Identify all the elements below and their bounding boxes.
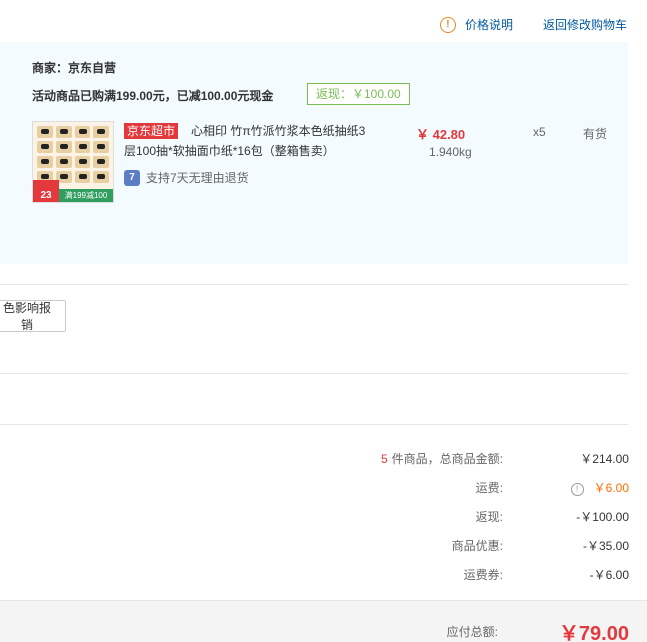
- top-links: ! 价格说明 返回修改购物车: [439, 16, 627, 33]
- product-image-packs: [37, 126, 109, 186]
- summary-goods-label: 件商品，总商品金额:: [391, 452, 503, 466]
- jd-supermarket-badge: 京东超市: [124, 123, 179, 139]
- summary-shipping-label: 运费:: [475, 481, 503, 495]
- seven-day-return-icon: 7: [124, 169, 140, 186]
- product-quantity: x5: [533, 125, 546, 139]
- product-image[interactable]: 23 满199减100: [32, 121, 114, 203]
- summary-shipping-coupon-row: 运费券: -￥6.00: [464, 566, 629, 583]
- rebate-tag: 返现：￥100.00: [307, 83, 410, 105]
- summary-goods-value: ￥214.00: [580, 452, 629, 466]
- summary-rebate-row: 返现: -￥100.00: [476, 508, 629, 525]
- refund-policy: 7 支持7天无理由退货: [124, 169, 249, 186]
- invoice-report-button[interactable]: 色影响报销: [0, 300, 66, 332]
- summary-discount-value: -￥35.00: [582, 539, 629, 553]
- total-bar: 应付总额: ￥79.00: [0, 600, 647, 642]
- summary-shipping-value: ￥6.00: [593, 481, 629, 495]
- summary-shipping-coupon-label: 运费券:: [463, 568, 503, 582]
- summary-rebate-label: 返现:: [475, 510, 503, 524]
- summary-item-count: 5: [380, 451, 388, 466]
- price-note-link[interactable]: ! 价格说明: [439, 16, 513, 33]
- warning-circle-icon: !: [439, 16, 456, 33]
- shop-box: 商家：京东自营 活动商品已购满199.00元，已减100.00元现金 返现：￥1…: [0, 42, 628, 264]
- summary-rebate-value: -￥100.00: [576, 510, 629, 524]
- info-circle-icon[interactable]: !: [570, 482, 584, 496]
- stock-status: 有货: [583, 127, 608, 141]
- seller-label: 商家：京东自营: [32, 61, 117, 75]
- total-label: 应付总额:: [446, 625, 498, 639]
- summary-goods-row: 5 件商品，总商品金额: ￥214.00: [381, 450, 629, 467]
- refund-policy-label: 支持7天无理由退货: [146, 171, 249, 185]
- price-note-label: 价格说明: [464, 18, 513, 32]
- promo-text: 活动商品已购满199.00元，已减100.00元现金: [32, 89, 274, 103]
- product-title-line1[interactable]: 心相印 竹π竹派竹浆本色纸抽纸3: [191, 123, 365, 139]
- total-value: ￥79.00: [558, 623, 629, 642]
- divider: [0, 373, 628, 374]
- divider: [0, 424, 628, 425]
- summary-shipping-row: 运费: ! ￥6.00: [476, 479, 629, 496]
- product-title-line2[interactable]: 层100抽*软抽面巾纸*16包（整箱售卖）: [124, 143, 335, 159]
- image-promo-banner: 满199减100: [59, 189, 113, 202]
- product-weight: 1.940kg: [429, 145, 472, 159]
- summary-shipping-coupon-value: -￥6.00: [589, 568, 629, 582]
- image-price-badge: 23: [33, 180, 59, 202]
- summary-discount-label: 商品优惠:: [451, 539, 503, 553]
- summary-discount-row: 商品优惠: -￥35.00: [452, 537, 629, 554]
- back-to-cart-link[interactable]: 返回修改购物车: [543, 16, 627, 33]
- summary-shipping-value-wrap: ! ￥6.00: [503, 479, 629, 496]
- divider: [0, 284, 628, 285]
- unit-price: ￥ 42.80: [416, 127, 466, 142]
